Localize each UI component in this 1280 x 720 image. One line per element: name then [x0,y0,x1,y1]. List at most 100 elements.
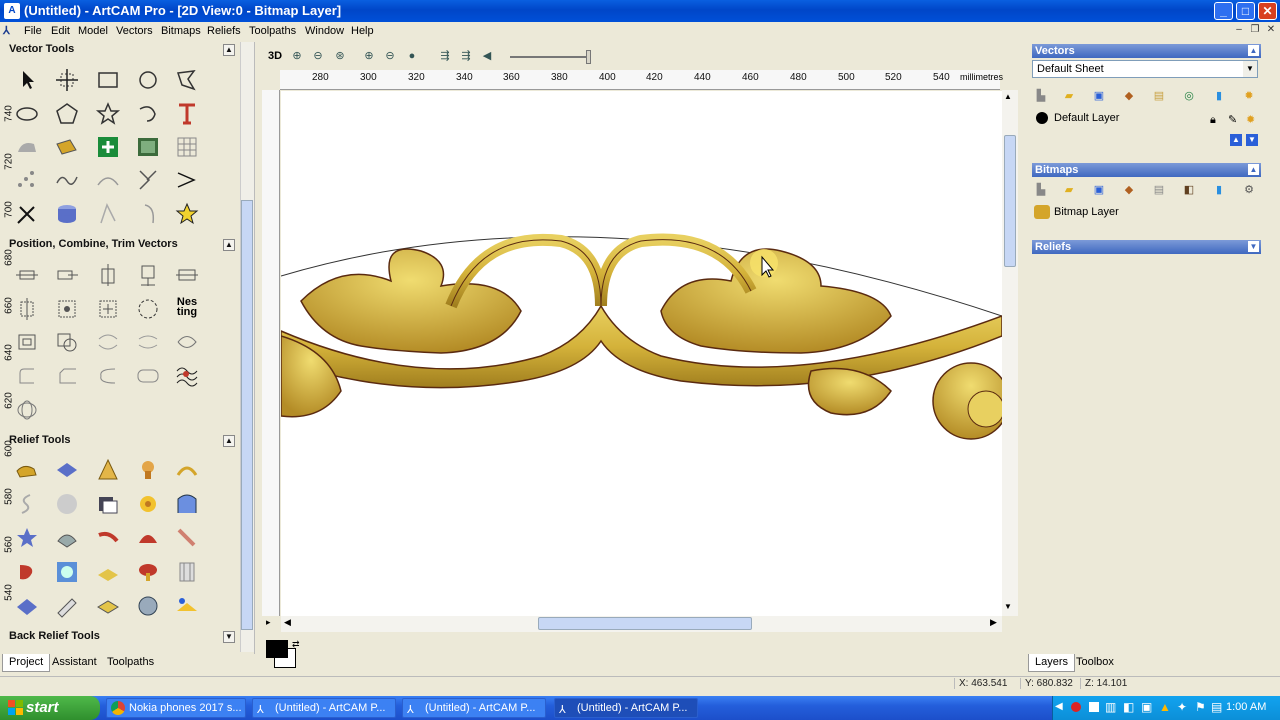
alert-icon[interactable]: ▲ [1159,700,1171,714]
network-icon[interactable]: ▥ [1105,700,1116,714]
settings-icon[interactable]: ⚙ [1238,180,1260,200]
paste-relief-icon[interactable] [93,490,123,518]
bitmaps-section-header[interactable]: Bitmaps ▲ [1032,163,1261,177]
align-left-icon[interactable] [12,261,42,289]
texture-icon[interactable] [133,133,163,161]
collapse-icon[interactable]: ▲ [223,239,235,251]
zoom-slider[interactable] [510,56,590,58]
extrude-icon[interactable] [52,456,82,484]
fit-curves-icon[interactable] [93,166,123,194]
collapse-icon[interactable]: ▲ [1248,45,1259,56]
zoom-all-icon[interactable]: ● [403,46,421,66]
document-icon[interactable]: ⅄ [3,24,19,40]
copy-layer-icon[interactable]: ▤ [1148,86,1170,106]
zoom-fit-icon[interactable]: ⊖ [381,46,399,66]
record-icon[interactable] [1071,702,1081,712]
face-icon[interactable] [133,200,163,228]
close-button[interactable]: ✕ [1258,2,1277,20]
fade-icon[interactable] [93,524,123,552]
maximize-button[interactable]: □ [1236,2,1255,20]
delete-layer-icon[interactable]: ▮ [1208,86,1230,106]
move-down-icon[interactable]: ▼ [1246,134,1258,146]
canvas-vertical-scroll-thumb[interactable] [1004,135,1016,267]
move-up-icon[interactable]: ▲ [1230,134,1242,146]
save-bitmap-icon[interactable]: ▣ [1088,180,1110,200]
bitmap-to-vector-icon[interactable] [52,133,82,161]
tab-layers[interactable]: Layers [1028,654,1076,672]
scroll-down-icon[interactable]: ▼ [1004,602,1012,611]
view-3d-button[interactable]: 3D [266,46,284,66]
smooth-relief-icon[interactable] [12,524,42,552]
menu-vectors[interactable]: Vectors [116,25,153,37]
tab-project[interactable]: Project [2,654,51,672]
mdi-restore-icon[interactable]: ❐ [1248,24,1262,38]
reliefs-section-header[interactable]: Reliefs ▼ [1032,240,1261,254]
mdi-minimize-icon[interactable]: – [1232,24,1246,38]
text-tool-icon[interactable] [172,100,202,128]
snap-grid-icon[interactable]: ⇶ [436,46,454,66]
zoom-box-icon[interactable]: ⊛ [331,46,349,66]
vectorize-icon[interactable] [12,133,42,161]
arc-tool-icon[interactable] [133,100,163,128]
paste-bitmap-icon[interactable]: ◆ [1118,180,1140,200]
zoom-out-icon[interactable]: ⊖ [309,46,327,66]
merge-layer-icon[interactable]: ◎ [1178,86,1200,106]
left-panel-scroll-thumb[interactable] [241,200,253,630]
texture-relief-icon[interactable] [52,490,82,518]
chamfer-icon[interactable] [52,362,82,390]
collapse-icon[interactable]: ▲ [223,435,235,447]
star-tool-icon[interactable] [93,100,123,128]
merge-bitmap-icon[interactable]: ◧ [1178,180,1200,200]
vectors-section-header[interactable]: Vectors ▲ [1032,44,1261,58]
transform-tool-icon[interactable] [52,66,82,94]
align-right-icon[interactable] [52,261,82,289]
menu-edit[interactable]: Edit [51,25,70,37]
canvas-horizontal-scroll-thumb[interactable] [538,617,752,630]
weave-icon[interactable] [172,133,202,161]
group-icon[interactable] [12,328,42,356]
foreground-color[interactable] [266,640,288,658]
sheet-select[interactable]: Default Sheet ▼ [1032,60,1258,78]
relief-tools-header[interactable]: Relief Tools ▲ [9,434,235,450]
shape-editor-icon[interactable] [12,456,42,484]
angled-plane-icon[interactable] [172,490,202,518]
starburst-icon[interactable] [172,200,202,228]
expand-icon[interactable]: ▼ [1248,241,1259,252]
scroll-right-icon[interactable]: ▶ [990,617,997,628]
offset-icon[interactable] [172,166,202,194]
lock-icon[interactable]: 🔒︎ [1210,110,1216,130]
menu-model[interactable]: Model [78,25,108,37]
intersect-icon[interactable] [172,328,202,356]
new-bitmap-icon[interactable]: ▙ [1030,180,1052,200]
paste-layer-icon[interactable]: ◆ [1118,86,1140,106]
menu-bitmaps[interactable]: Bitmaps [161,25,201,37]
merge-icon[interactable] [93,558,123,586]
mushroom-icon[interactable] [133,558,163,586]
align-top-icon[interactable] [93,261,123,289]
task-artcam-3[interactable]: ⅄ (Untitled) - ArtCAM P... [554,698,698,718]
rectangle-tool-icon[interactable] [93,66,123,94]
detail-icon[interactable] [52,558,82,586]
smooth-icon[interactable] [52,166,82,194]
sphere-icon[interactable] [133,592,163,620]
menu-toolpaths[interactable]: Toolpaths [249,25,296,37]
rounded-rect-icon[interactable] [133,362,163,390]
tray-expand-icon[interactable]: ◀ [1055,701,1067,715]
collapse-icon[interactable]: ▲ [223,44,235,56]
task-chrome[interactable]: Nokia phones 2017 s... [106,698,246,718]
node-edit-icon[interactable] [93,133,123,161]
light-bulb-icon[interactable]: ✹ [1238,86,1260,106]
vector-layer-row[interactable]: Default Layer 🔒︎ ✎ ✹ [1032,108,1258,128]
nesting-icon[interactable]: Nes ting [172,293,202,321]
minimize-button[interactable]: _ [1214,2,1233,20]
zoom-slider-handle[interactable] [586,50,591,64]
turn-icon[interactable] [93,456,123,484]
stop-icon[interactable] [1089,702,1099,712]
menu-help[interactable]: Help [351,25,374,37]
delete-bitmap-icon[interactable]: ▮ [1208,180,1230,200]
fillet-icon[interactable] [12,362,42,390]
feather-icon[interactable] [172,524,202,552]
cylinder-icon[interactable] [52,200,82,228]
circle-tool-icon[interactable] [133,66,163,94]
design-canvas[interactable] [281,91,1002,616]
